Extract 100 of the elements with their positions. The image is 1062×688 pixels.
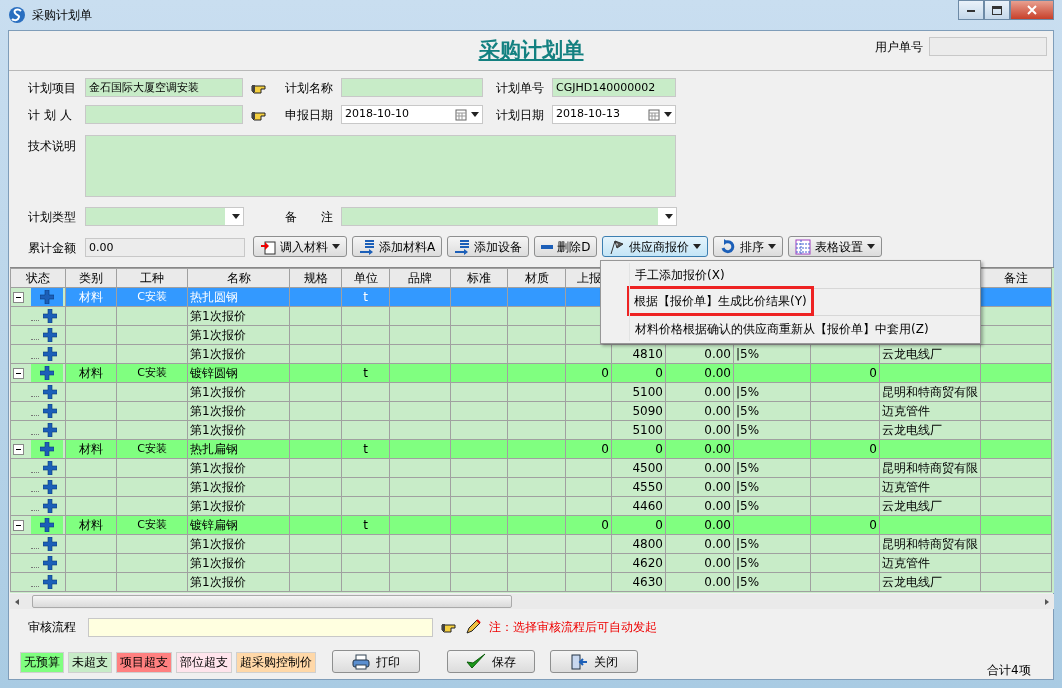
plus-icon [43, 575, 57, 589]
legend-swatch: 无预算 [20, 651, 64, 673]
plus-icon [43, 385, 57, 399]
plus-icon [43, 499, 57, 513]
plus-icon [43, 480, 57, 494]
plus-icon [43, 309, 57, 323]
scrollbar-thumb[interactable] [32, 595, 512, 608]
scroll-right-icon[interactable] [1045, 598, 1049, 605]
column-header[interactable]: 状态 [10, 268, 66, 288]
collapse-toggle-icon[interactable] [13, 520, 24, 531]
field-label: 用户单号 [875, 38, 923, 56]
calendar-icon [455, 108, 467, 121]
menu-item[interactable]: 材料价格根据确认的供应商重新从【报价单】中套用(Z) [635, 320, 929, 338]
plus-icon [43, 404, 57, 418]
plus-icon [43, 556, 57, 570]
action-button[interactable]: 保存 [447, 650, 535, 673]
toolbar-button[interactable]: 表格设置 [788, 236, 883, 257]
list-arrow-icon [359, 238, 375, 255]
dropdown-field[interactable] [85, 207, 244, 226]
plus-icon [43, 347, 57, 361]
note-text: 注：选择审核流程后可自动发起 [489, 619, 657, 636]
column-header[interactable]: 名称 [187, 268, 290, 288]
toolbar-button[interactable]: 排序 [713, 236, 784, 257]
caret-icon [693, 244, 702, 249]
action-button[interactable]: 打印 [332, 650, 420, 673]
minimize-icon[interactable] [967, 8, 975, 12]
caret-icon [232, 214, 240, 219]
menu-item[interactable]: 手工添加报价(X) [635, 266, 725, 284]
column-header[interactable]: 材质 [507, 268, 566, 288]
dropdown-field[interactable] [341, 207, 677, 226]
minimize-button[interactable] [958, 0, 984, 20]
input-field[interactable]: 0.00 [85, 238, 245, 257]
input-field[interactable] [88, 617, 433, 637]
printer-icon [352, 653, 370, 670]
check-icon [466, 652, 486, 671]
field-label: 计 划 人 [28, 106, 72, 124]
calendar-icon [648, 108, 660, 121]
input-field[interactable] [929, 37, 1047, 56]
plus-icon [40, 442, 54, 456]
date-field[interactable]: 2018-10-13 [552, 105, 676, 124]
caret-icon [867, 244, 876, 249]
toolbar-button[interactable]: 添加材料A [352, 236, 443, 257]
menu-item[interactable]: 根据【报价单】生成比价结果(Y) [634, 294, 807, 308]
collapse-toggle-icon[interactable] [13, 368, 24, 379]
minus-icon [541, 244, 554, 249]
input-field[interactable]: CGJHD140000002 [552, 78, 676, 97]
input-field[interactable] [341, 78, 483, 97]
pen-icon[interactable] [465, 619, 481, 635]
field-label: 计划单号 [496, 79, 544, 97]
plus-icon [43, 328, 57, 342]
horizontal-scrollbar[interactable] [10, 594, 1054, 609]
plus-icon [40, 366, 54, 380]
toolbar-button[interactable]: 供应商报价 [602, 236, 709, 257]
toolbar-button[interactable]: 添加设备 [447, 236, 530, 257]
column-header[interactable]: 标准 [450, 268, 508, 288]
field-label: 计划日期 [496, 106, 544, 124]
caret-icon [768, 244, 777, 249]
app-logo-icon [8, 6, 26, 24]
collapse-toggle-icon[interactable] [13, 444, 24, 455]
column-header[interactable]: 品牌 [389, 268, 451, 288]
document-arrow-icon [260, 238, 276, 255]
legend-swatch: 部位超支 [176, 651, 232, 673]
refresh-icon [720, 238, 737, 255]
date-field[interactable]: 2018-10-10 [341, 105, 483, 124]
form-title: 采购计划单 [478, 36, 584, 64]
field-label: 累计金额 [28, 239, 76, 257]
field-label: 技术说明 [28, 137, 76, 155]
plus-icon [43, 537, 57, 551]
pointing-hand-icon[interactable] [441, 621, 457, 633]
field-label: 计划类型 [28, 208, 76, 226]
window-title: 采购计划单 [32, 7, 92, 24]
flag-icon [609, 238, 626, 255]
plus-icon [40, 290, 54, 304]
toolbar-button[interactable]: 调入材料 [253, 236, 347, 257]
column-header[interactable]: 工种 [116, 268, 188, 288]
field-label: 申报日期 [285, 106, 333, 124]
door-icon [570, 653, 588, 670]
field-label: 计划项目 [28, 79, 76, 97]
caret-icon [665, 214, 673, 219]
legend-swatch: 未超支 [68, 651, 112, 673]
input-field[interactable] [85, 105, 243, 124]
scroll-left-icon[interactable] [15, 598, 19, 605]
total-count: 合计4项 [987, 661, 1031, 679]
close-icon[interactable] [1027, 5, 1037, 15]
caret-icon [471, 112, 479, 117]
column-header[interactable]: 单位 [341, 268, 390, 288]
input-field[interactable]: 金石国际大厦空调安装 [85, 78, 243, 97]
field-label: 计划名称 [285, 79, 333, 97]
maximize-button[interactable] [984, 0, 1010, 20]
collapse-toggle-icon[interactable] [13, 292, 24, 303]
plus-icon [40, 518, 54, 532]
close-button[interactable] [1010, 0, 1054, 20]
column-header[interactable]: 规格 [289, 268, 342, 288]
column-header[interactable]: 类别 [65, 268, 117, 288]
plus-icon [43, 461, 57, 475]
field-label: 备 注 [285, 208, 333, 226]
toolbar-button[interactable]: 删除D [534, 236, 598, 257]
action-button[interactable]: 关闭 [550, 650, 638, 673]
column-header[interactable]: 备注 [980, 268, 1052, 288]
maximize-icon[interactable] [992, 5, 1002, 15]
